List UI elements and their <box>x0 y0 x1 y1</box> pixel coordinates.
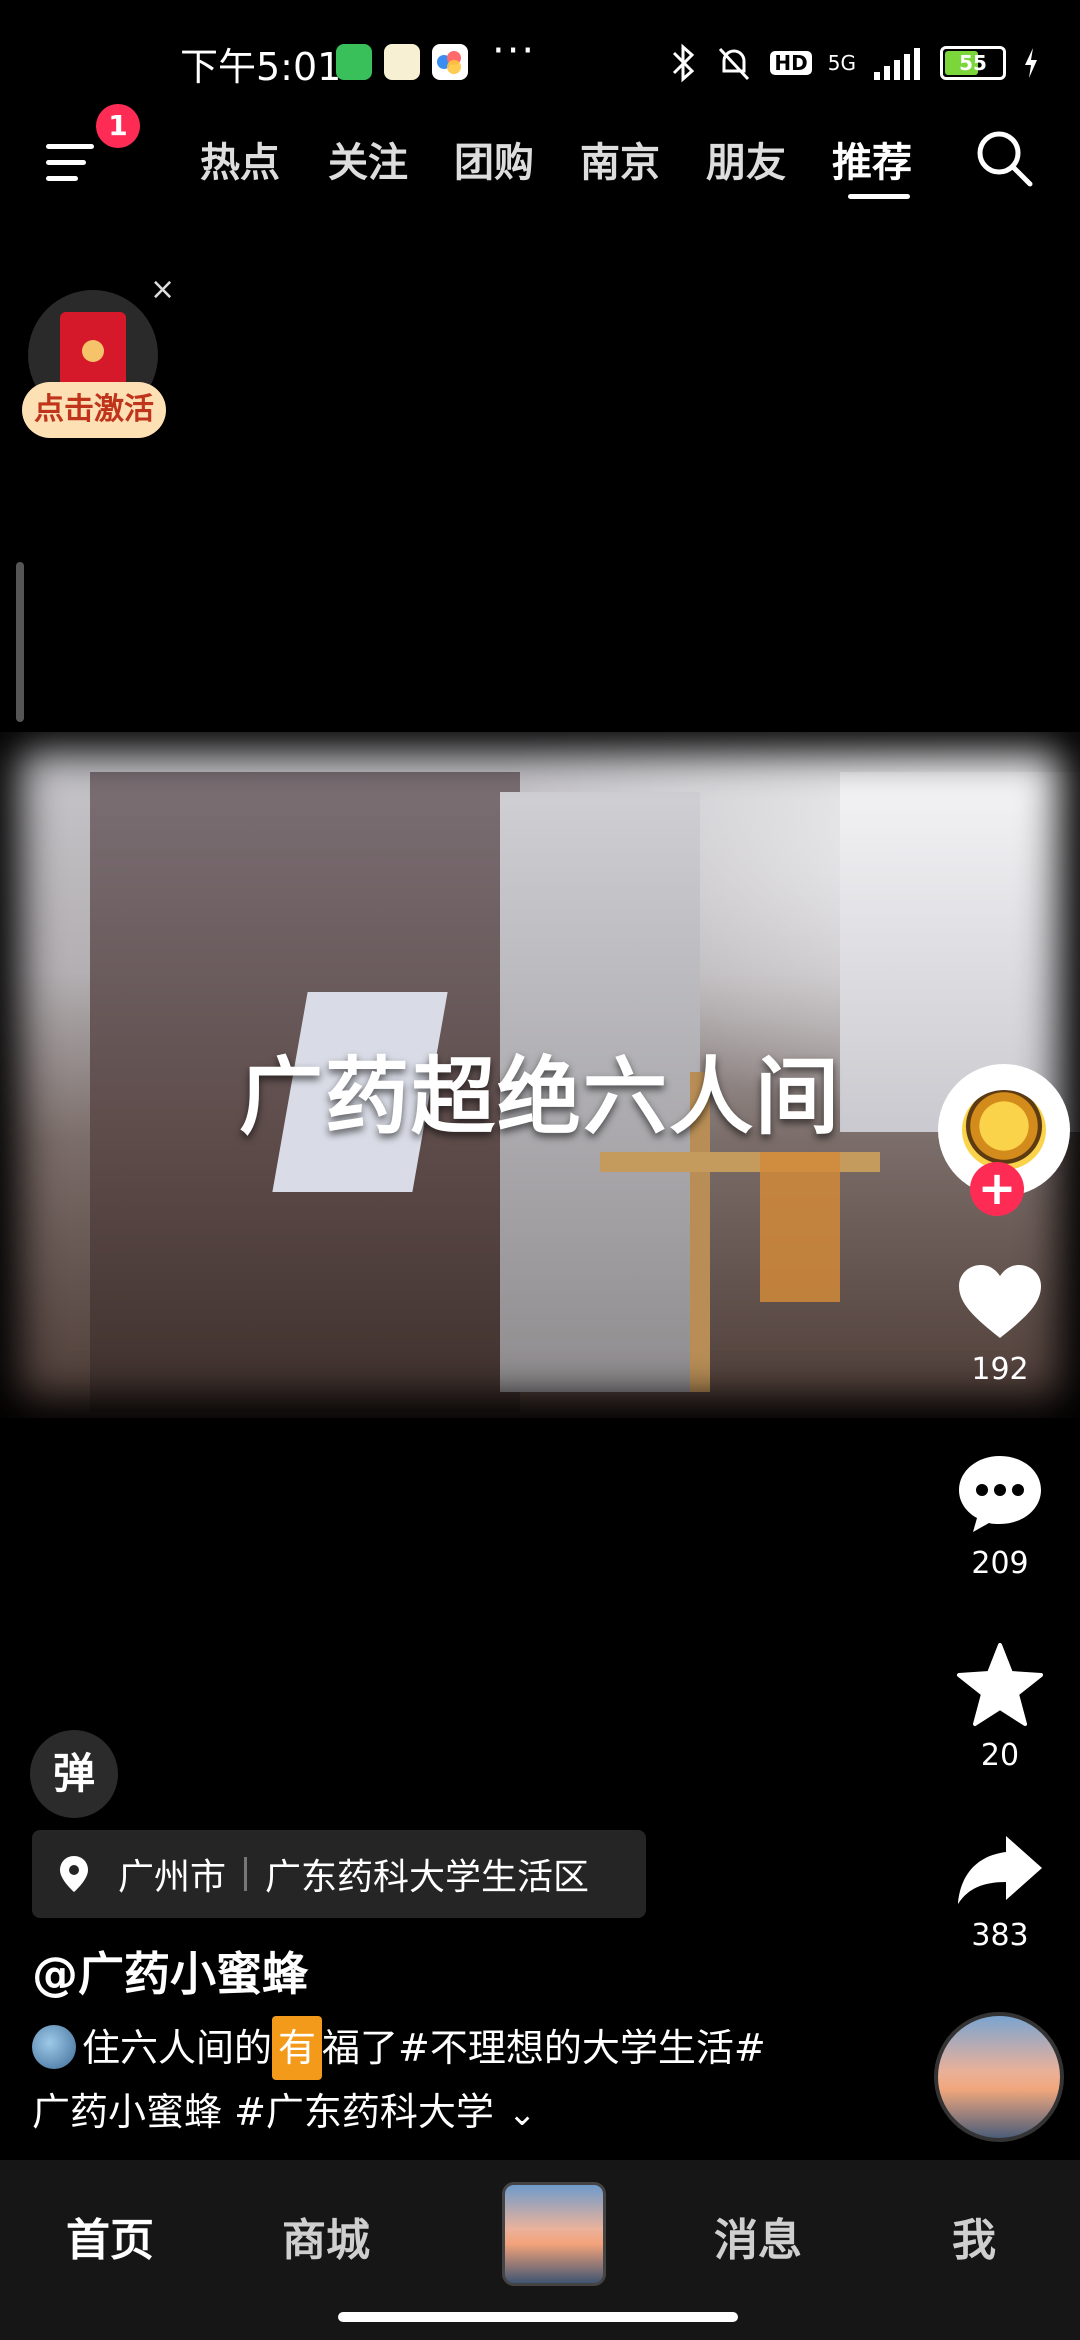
activate-label[interactable]: 点击激活 <box>22 382 166 438</box>
tab-recommend[interactable]: 推荐 <box>832 130 912 188</box>
nav-home[interactable]: 首页 <box>66 2204 154 2268</box>
location-tag[interactable]: 广州市 广东药科大学生活区 <box>32 1830 646 1918</box>
nav-mall[interactable]: 商城 <box>282 2204 370 2268</box>
nav-messages[interactable]: 消息 <box>714 2204 802 2268</box>
danmu-toggle-button[interactable]: 弹 <box>30 1730 118 1818</box>
close-icon[interactable]: × <box>150 272 175 307</box>
status-bar: 下午5:01 ··· HD 5G 55 <box>0 0 1080 120</box>
nav-me[interactable]: 我 <box>952 2204 996 2268</box>
active-tab-indicator <box>848 194 910 199</box>
network-type: 5G <box>827 51 856 75</box>
tab-hot[interactable]: 热点 <box>200 130 280 188</box>
menu-icon[interactable] <box>46 130 98 190</box>
post-description[interactable]: 住六人间的有福了#不理想的大学生活# 广药小蜜蜂 #广东药科大学 ⌄ <box>32 2016 892 2146</box>
home-indicator[interactable] <box>338 2312 738 2322</box>
tab-friends[interactable]: 朋友 <box>706 130 786 188</box>
mute-bell-icon <box>719 47 750 81</box>
tab-group-buy[interactable]: 团购 <box>454 130 534 188</box>
tab-city[interactable]: 南京 <box>580 130 660 188</box>
location-pin-icon <box>60 1856 88 1892</box>
highlight-char: 有 <box>272 2016 323 2080</box>
author-name[interactable]: @广药小蜜蜂 <box>32 1938 308 2004</box>
battery-icon: 55 <box>940 46 1006 80</box>
favorite-count: 20 <box>980 1738 1020 1773</box>
share-icon <box>958 1836 1042 1904</box>
star-icon <box>957 1643 1043 1726</box>
cloud-app-icon <box>432 44 468 80</box>
menu-badge: 1 <box>96 104 140 148</box>
follow-button[interactable]: + <box>970 1162 1024 1216</box>
tab-follow[interactable]: 关注 <box>328 130 408 188</box>
wechat-mini-icon <box>336 44 372 80</box>
comment-icon <box>959 1456 1041 1532</box>
hd-icon: HD <box>770 51 812 75</box>
bee-logo-icon <box>962 1090 1046 1170</box>
music-disc[interactable] <box>934 2012 1064 2142</box>
favorite-button[interactable]: 20 <box>945 1642 1055 1773</box>
location-place: 广东药科大学生活区 <box>265 1857 590 1898</box>
create-button[interactable] <box>502 2182 606 2286</box>
comment-count: 209 <box>971 1546 1029 1581</box>
search-icon[interactable] <box>972 126 1036 190</box>
red-envelope-promo[interactable]: 点击激活 <box>22 290 166 440</box>
expand-chevron-icon[interactable]: ⌄ <box>508 2082 537 2146</box>
location-city: 广州市 <box>118 1857 227 1898</box>
charging-icon <box>1025 48 1037 78</box>
like-button[interactable]: 192 <box>945 1262 1055 1387</box>
like-count: 192 <box>971 1352 1029 1387</box>
comment-button[interactable]: 209 <box>945 1452 1055 1581</box>
status-time: 下午5:01 <box>180 45 342 89</box>
share-button[interactable]: 383 <box>945 1832 1055 1953</box>
heart-icon <box>959 1265 1041 1338</box>
share-count: 383 <box>971 1918 1029 1953</box>
video-caption: 广药超绝六人间 <box>238 1048 841 1146</box>
top-nav: 1 热点 关注 团购 南京 朋友 推荐 <box>0 104 1080 228</box>
signal-icon <box>874 48 920 80</box>
side-scroll-indicator <box>16 562 24 722</box>
bluetooth-icon <box>673 43 695 83</box>
more-notifications-icon: ··· <box>492 28 537 74</box>
58-app-icon <box>384 44 420 80</box>
moon-emoji-icon <box>32 2025 76 2069</box>
